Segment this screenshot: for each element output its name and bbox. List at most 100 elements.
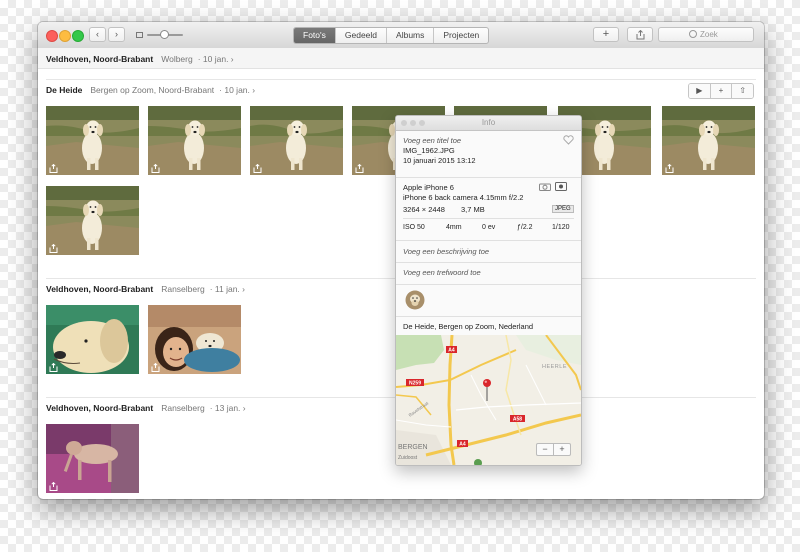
moment-header[interactable]: De Heide Bergen op Zoom, Noord-Brabant · 1…: [46, 85, 255, 95]
photo-thumbnail[interactable]: [46, 424, 139, 493]
add-to-button[interactable]: +: [709, 84, 732, 98]
map-label-a4-bottom: A4: [459, 442, 466, 448]
photo-thumbnail[interactable]: [250, 106, 343, 175]
divider: [396, 177, 581, 178]
moment-date: · 11 jan. ›: [209, 284, 245, 294]
share-button[interactable]: [627, 27, 653, 42]
lens-info: iPhone 6 back camera 4.15mm f/2.2: [403, 193, 524, 202]
map-zoom-out-button[interactable]: −: [537, 444, 554, 455]
dimensions: 3264 × 2448: [403, 205, 445, 214]
iso-value: ISO 50: [403, 224, 425, 231]
photo-thumbnail[interactable]: [148, 305, 241, 374]
divider: [396, 284, 581, 285]
minimize-button[interactable]: [59, 30, 71, 42]
info-minimize-button: [410, 120, 416, 126]
moment-location: Ranselberg: [161, 284, 205, 294]
camera-icon: [539, 183, 551, 191]
map-label-zuidoost: Zuidoost: [398, 455, 418, 461]
photo-mode-icon: [555, 182, 567, 191]
moment-title: Veldhoven, Noord-Brabant: [46, 54, 154, 64]
add-description-field[interactable]: Voeg een beschrijving toe: [403, 247, 489, 256]
info-title: Info: [481, 118, 496, 127]
tab-2[interactable]: Albums: [386, 28, 433, 43]
search-placeholder: Zoek: [700, 30, 718, 39]
toolbar: ‹ › Foto's Gedeeld Albums Projecten + Zoek: [38, 22, 764, 49]
close-button[interactable]: [46, 30, 58, 42]
focal-length: 4mm: [446, 224, 462, 231]
view-tabs: Foto's Gedeeld Albums Projecten: [293, 27, 490, 44]
format-badge: JPEG: [552, 205, 574, 213]
divider: [396, 240, 581, 241]
moment-header[interactable]: Veldhoven, Noord-Brabant Ranselberg · 11 j…: [46, 284, 245, 294]
moment-date: · 13 jan. ›: [209, 403, 246, 413]
moment-location: Bergen op Zoom, Noord-Brabant: [90, 85, 215, 95]
photo-thumbnail[interactable]: [148, 106, 241, 175]
moment-actions: ▶ + ⇧: [688, 83, 754, 99]
divider: [403, 218, 574, 219]
moment-title: Veldhoven, Noord-Brabant: [46, 284, 154, 294]
shared-icon: [49, 482, 58, 491]
map-zoom-in-button[interactable]: +: [554, 444, 570, 455]
moment-header[interactable]: Veldhoven, Noord-Brabant Ranselberg · 13 j…: [46, 403, 246, 413]
moment-location: Wolberg: [161, 54, 193, 64]
moment-title: De Heide: [46, 85, 83, 95]
map-label-a58: A58: [513, 417, 522, 423]
location-label: De Heide, Bergen op Zoom, Nederland: [403, 322, 534, 331]
divider: [396, 316, 581, 317]
photo-thumbnail[interactable]: [46, 305, 139, 374]
aperture: ƒ/2.2: [517, 224, 533, 231]
tab-1[interactable]: Gedeeld: [334, 28, 386, 43]
exposure-value: 0 ev: [482, 224, 496, 231]
moment-date: · 10 jan. ›: [197, 54, 234, 64]
map-zoom-controls: − +: [536, 443, 571, 456]
shared-icon: [151, 363, 160, 372]
search-icon: [689, 30, 697, 38]
map-label-bergen: BERGEN: [398, 444, 428, 451]
divider: [396, 262, 581, 263]
info-close-button[interactable]: [401, 120, 407, 126]
shared-icon: [49, 244, 58, 253]
slider-knob[interactable]: [159, 30, 169, 39]
map-label-a4: A4: [448, 348, 455, 354]
location-map[interactable]: A4 N259 A58 A4 HEERLE BERGEN Zuidoost Ra…: [396, 335, 581, 465]
camera-model: Apple iPhone 6: [403, 183, 454, 192]
add-keyword-field[interactable]: Voeg een trefwoord toe: [403, 268, 481, 277]
shared-icon: [253, 164, 262, 173]
photo-thumbnail[interactable]: [46, 106, 139, 175]
moment-title: Veldhoven, Noord-Brabant: [46, 403, 154, 413]
moment-location: Ranselberg: [161, 403, 205, 413]
info-panel[interactable]: Info Voeg een titel toe IMG_1962.JPG 10 …: [395, 115, 582, 466]
map-label-heerle: HEERLE: [542, 364, 567, 370]
info-titlebar: Info: [396, 116, 581, 131]
zoom-button[interactable]: [72, 30, 84, 42]
face-avatar[interactable]: [405, 290, 425, 310]
slideshow-button[interactable]: ▶: [689, 84, 710, 98]
back-button[interactable]: ‹: [89, 27, 106, 42]
datetime: 10 januari 2015 13:12: [403, 156, 476, 165]
photo-thumbnail[interactable]: [46, 186, 139, 255]
shared-icon: [151, 164, 160, 173]
shared-icon: [49, 363, 58, 372]
tab-0[interactable]: Foto's: [294, 28, 335, 43]
shared-icon: [665, 164, 674, 173]
share-moment-button[interactable]: ⇧: [731, 84, 753, 98]
small-thumbnail-icon: [136, 32, 143, 38]
file-size: 3,7 MB: [461, 205, 485, 214]
heart-icon[interactable]: [563, 135, 574, 145]
shutter-speed: 1/120: [552, 224, 570, 231]
map-label-n259: N259: [409, 381, 421, 387]
photo-thumbnail[interactable]: [662, 106, 755, 175]
moment-divider: [46, 79, 756, 80]
add-button[interactable]: +: [593, 27, 619, 42]
add-title-field[interactable]: Voeg een titel toe: [403, 136, 461, 145]
forward-button[interactable]: ›: [108, 27, 125, 42]
map-pin[interactable]: [483, 379, 491, 387]
shared-icon: [355, 164, 364, 173]
tab-3[interactable]: Projecten: [433, 28, 488, 43]
shared-icon: [49, 164, 58, 173]
chevron-right-icon: ›: [115, 29, 118, 39]
moment-header[interactable]: Veldhoven, Noord-Brabant Wolberg · 10 jan.…: [46, 54, 234, 64]
zoom-slider[interactable]: [136, 30, 188, 39]
search-input[interactable]: Zoek: [658, 27, 754, 42]
filename: IMG_1962.JPG: [403, 146, 455, 155]
